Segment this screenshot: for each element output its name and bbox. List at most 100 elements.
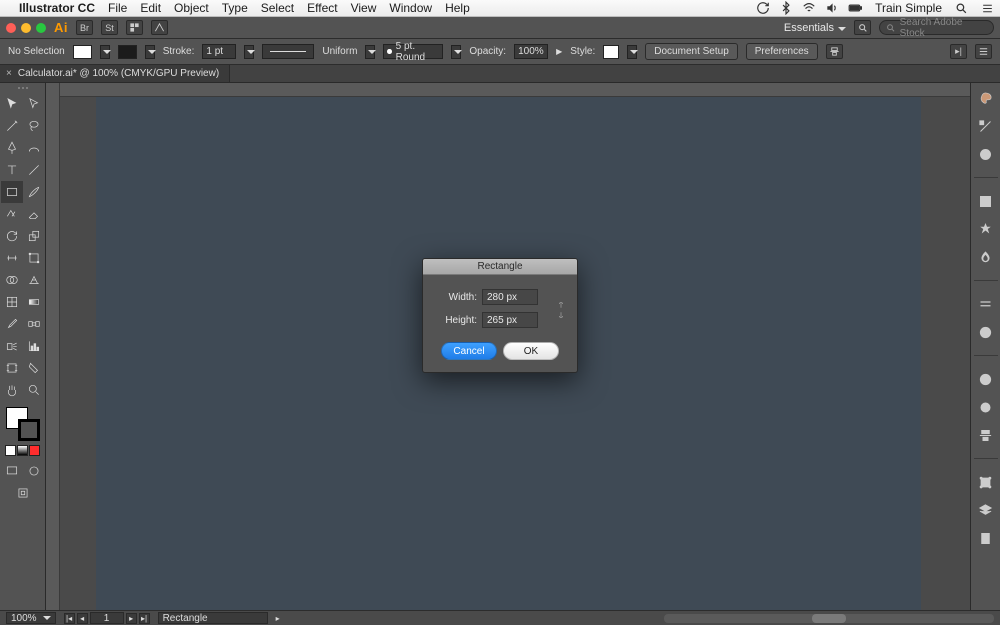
height-input[interactable] — [482, 312, 538, 328]
scale-tool[interactable] — [23, 225, 45, 247]
stroke-weight-step[interactable] — [244, 45, 254, 59]
zoom-tool[interactable] — [23, 379, 45, 401]
align-button[interactable] — [826, 44, 843, 59]
line-tool[interactable] — [23, 159, 45, 181]
battery-icon[interactable] — [848, 1, 862, 15]
last-artboard-button[interactable]: ▸| — [139, 613, 150, 624]
color-mode-solid[interactable] — [5, 445, 16, 456]
menu-select[interactable]: Select — [261, 1, 294, 15]
mesh-tool[interactable] — [1, 291, 23, 313]
shape-builder-tool[interactable] — [1, 269, 23, 291]
hand-tool[interactable] — [1, 379, 23, 401]
shaper-tool[interactable] — [1, 203, 23, 225]
appearance-panel-icon[interactable] — [977, 370, 995, 388]
selection-tool[interactable] — [1, 93, 23, 115]
cancel-button[interactable]: Cancel — [441, 342, 497, 360]
app-name-menu[interactable]: Illustrator CC — [19, 1, 95, 15]
menu-file[interactable]: File — [108, 1, 127, 15]
menu-type[interactable]: Type — [222, 1, 248, 15]
direct-selection-tool[interactable] — [23, 93, 45, 115]
scrollbar-thumb[interactable] — [812, 614, 846, 623]
minimize-window-button[interactable] — [21, 23, 31, 33]
rectangle-tool[interactable] — [1, 181, 23, 203]
zoom-window-button[interactable] — [36, 23, 46, 33]
menubar-user[interactable]: Train Simple — [875, 1, 942, 15]
document-setup-button[interactable]: Document Setup — [645, 43, 738, 60]
fill-stroke-indicator[interactable] — [6, 407, 40, 441]
ok-button[interactable]: OK — [503, 342, 559, 360]
dialog-title[interactable]: Rectangle — [423, 259, 577, 275]
menu-help[interactable]: Help — [445, 1, 470, 15]
stroke-weight-input[interactable]: 1 pt — [202, 44, 236, 59]
style-swatch[interactable] — [603, 45, 619, 59]
bluetooth-icon[interactable] — [779, 1, 793, 15]
style-flyout[interactable] — [627, 45, 637, 59]
menu-view[interactable]: View — [351, 1, 377, 15]
graphic-styles-panel-icon[interactable] — [977, 398, 995, 416]
gradient-panel-icon[interactable] — [977, 323, 995, 341]
ruler-horizontal[interactable] — [60, 83, 970, 97]
brush-input[interactable]: 5 pt. Round — [383, 44, 443, 59]
close-window-button[interactable] — [6, 23, 16, 33]
menu-object[interactable]: Object — [174, 1, 209, 15]
ruler-vertical[interactable] — [46, 83, 60, 610]
zoom-level[interactable]: 100% — [6, 612, 56, 624]
layers-panel-icon[interactable] — [977, 501, 995, 519]
status-flyout[interactable]: ▸ — [276, 614, 280, 623]
symbols-panel-icon[interactable] — [977, 220, 995, 238]
fill-swatch[interactable] — [73, 45, 92, 59]
stroke-swatch[interactable] — [118, 45, 137, 59]
magic-wand-tool[interactable] — [1, 115, 23, 137]
symbol-sprayer-tool[interactable] — [1, 335, 23, 357]
stroke-flyout[interactable] — [145, 45, 155, 59]
menu-edit[interactable]: Edit — [140, 1, 161, 15]
opacity-input[interactable]: 100% — [514, 44, 548, 59]
gradient-tool[interactable] — [23, 291, 45, 313]
paintbrush-tool[interactable] — [23, 181, 45, 203]
eyedropper-tool[interactable] — [1, 313, 23, 335]
gpu-button[interactable] — [151, 20, 168, 35]
stroke-panel-icon[interactable] — [977, 248, 995, 266]
align-panel-icon[interactable] — [977, 426, 995, 444]
horizontal-scrollbar[interactable] — [664, 614, 994, 623]
artboard-tool[interactable] — [1, 357, 23, 379]
menu-window[interactable]: Window — [389, 1, 432, 15]
eraser-tool[interactable] — [23, 203, 45, 225]
adobe-stock-search[interactable]: Search Adobe Stock — [879, 20, 994, 35]
width-input[interactable] — [482, 289, 538, 305]
brushes-panel-icon[interactable] — [977, 192, 995, 210]
swatches-panel-icon[interactable] — [977, 145, 995, 163]
bridge-button[interactable]: Br — [76, 20, 93, 35]
var-width-profile[interactable] — [262, 44, 314, 59]
document-tab[interactable]: × Calculator.ai* @ 100% (CMYK/GPU Previe… — [0, 65, 230, 82]
status-tool[interactable]: Rectangle — [158, 612, 268, 624]
prev-artboard-button[interactable]: ◂ — [77, 613, 88, 624]
wifi-icon[interactable] — [802, 1, 816, 15]
spotlight-icon[interactable] — [955, 2, 968, 15]
constrain-proportions-icon[interactable] — [555, 301, 567, 319]
screen-mode-button[interactable] — [1, 460, 23, 482]
perspective-grid-tool[interactable] — [23, 269, 45, 291]
volume-icon[interactable] — [825, 1, 839, 15]
next-artboard-button[interactable]: ▸ — [126, 613, 137, 624]
arrange-docs-button[interactable] — [126, 20, 143, 35]
stock-button[interactable]: St — [101, 20, 118, 35]
slice-tool[interactable] — [23, 357, 45, 379]
transform-panel-icon[interactable] — [977, 473, 995, 491]
preferences-button[interactable]: Preferences — [746, 43, 818, 60]
graph-tool[interactable] — [23, 335, 45, 357]
pen-tool[interactable] — [1, 137, 23, 159]
transparency-panel-icon[interactable] — [977, 295, 995, 313]
lasso-tool[interactable] — [23, 115, 45, 137]
first-artboard-button[interactable]: |◂ — [64, 613, 75, 624]
workspace-switcher[interactable]: Essentials — [784, 22, 846, 34]
menu-list-icon[interactable] — [981, 2, 994, 15]
width-tool[interactable] — [1, 247, 23, 269]
free-transform-tool[interactable] — [23, 247, 45, 269]
panel-collapse-button[interactable]: ▸| — [950, 44, 967, 59]
close-tab-icon[interactable]: × — [6, 68, 12, 79]
artboards-panel-icon[interactable] — [977, 529, 995, 547]
dash-flyout[interactable] — [365, 45, 375, 59]
blend-tool[interactable] — [23, 313, 45, 335]
edit-toolbar-button[interactable] — [12, 482, 34, 504]
